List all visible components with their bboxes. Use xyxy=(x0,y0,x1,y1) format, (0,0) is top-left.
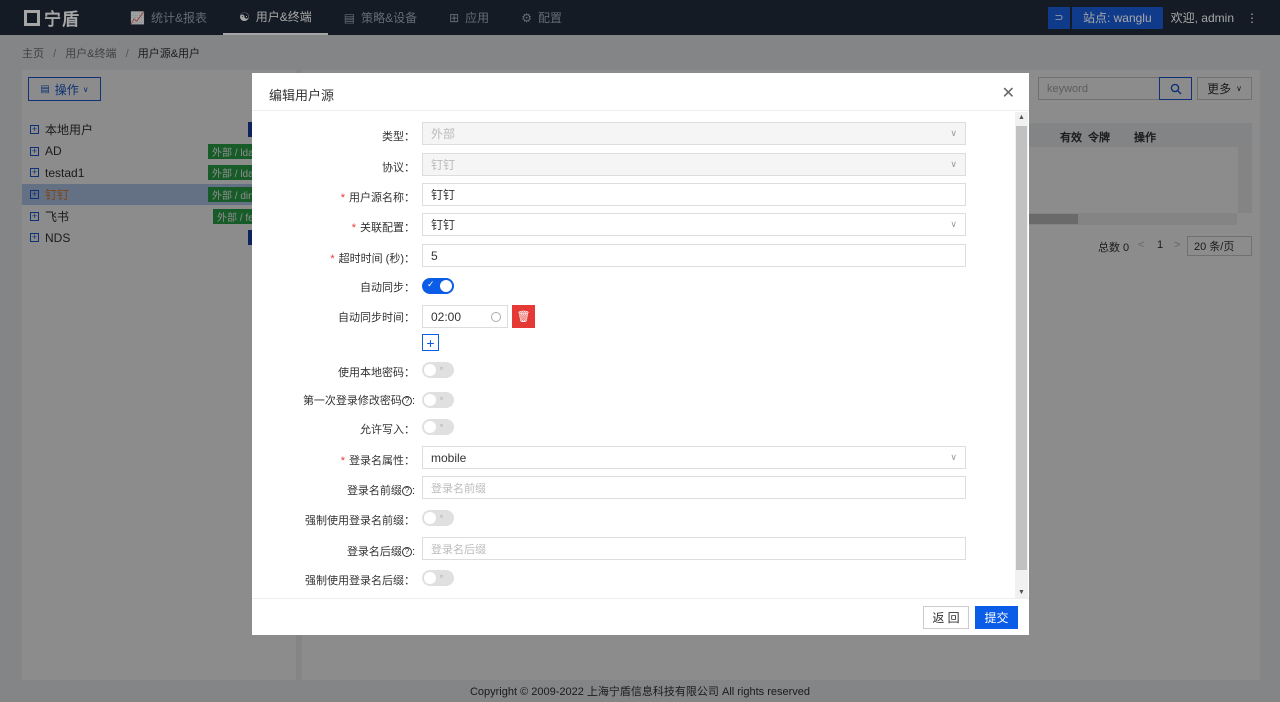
check-icon: ✓ xyxy=(427,279,435,289)
auto-sync-switch[interactable]: ✓ xyxy=(422,278,454,294)
chevron-down-icon: ∨ xyxy=(950,219,957,229)
chevron-down-icon: ∨ xyxy=(950,159,957,169)
modal-mask-top xyxy=(0,0,1280,35)
protocol-select: 钉钉 ∨ xyxy=(422,153,966,176)
back-button[interactable]: 返 回 xyxy=(923,606,969,629)
help-icon[interactable]: ? xyxy=(401,547,412,557)
modal-footer: 返 回 提交 xyxy=(252,598,1029,635)
trash-icon: ▫ xyxy=(440,421,443,430)
first-login-change-switch[interactable]: ▫ xyxy=(422,392,454,408)
sync-time-input[interactable]: 02:00 xyxy=(422,305,508,328)
modal-title: 编辑用户源 xyxy=(269,88,335,103)
close-icon[interactable]: ✕ xyxy=(1002,83,1015,103)
scroll-down-icon[interactable]: ▼ xyxy=(1018,589,1025,596)
use-local-password-switch[interactable]: ▫ xyxy=(422,362,454,378)
allow-write-switch[interactable]: ▫ xyxy=(422,419,454,435)
modal-scrollbar[interactable]: ▲ ▼ xyxy=(1015,112,1028,598)
force-prefix-switch[interactable]: ▫ xyxy=(422,510,454,526)
help-icon[interactable]: ? xyxy=(401,396,412,406)
trash-icon: ▫ xyxy=(440,394,443,403)
trash-icon: ▫ xyxy=(440,512,443,521)
add-time-button[interactable]: + xyxy=(422,334,439,351)
delete-time-button[interactable]: 🗑 xyxy=(512,305,535,328)
modal-header: 编辑用户源 ✕ xyxy=(252,73,1029,111)
modal-body: 类型： 外部 ∨ 协议： 钉钉 ∨ *用户源名称： 钉钉 *关联配置： 钉钉 xyxy=(252,112,1015,598)
edit-user-source-modal: 编辑用户源 ✕ 类型： 外部 ∨ 协议： 钉钉 ∨ * 用户源名称： 钉钉 * … xyxy=(252,73,1029,635)
type-select: 外部 ∨ xyxy=(422,122,966,145)
force-suffix-switch[interactable]: ▫ xyxy=(422,570,454,586)
help-icon[interactable]: ? xyxy=(401,486,412,496)
linked-config-select[interactable]: 钉钉 ∨ xyxy=(422,213,966,236)
chevron-down-icon: ∨ xyxy=(950,128,957,138)
source-name-input[interactable]: 钉钉 xyxy=(422,183,966,206)
trash-icon: 🗑 xyxy=(516,311,531,323)
submit-button[interactable]: 提交 xyxy=(975,606,1018,629)
login-attr-select[interactable]: mobile ∨ xyxy=(422,446,966,469)
timeout-input[interactable]: 5 xyxy=(422,244,966,267)
trash-icon: ▫ xyxy=(440,572,443,581)
chevron-down-icon: ∨ xyxy=(950,452,957,462)
login-suffix-input[interactable]: 登录名后缀 xyxy=(422,537,966,560)
login-prefix-input[interactable]: 登录名前缀 xyxy=(422,476,966,499)
clock-icon xyxy=(491,312,501,322)
scroll-up-icon[interactable]: ▲ xyxy=(1018,114,1025,121)
trash-icon: ▫ xyxy=(440,364,443,373)
